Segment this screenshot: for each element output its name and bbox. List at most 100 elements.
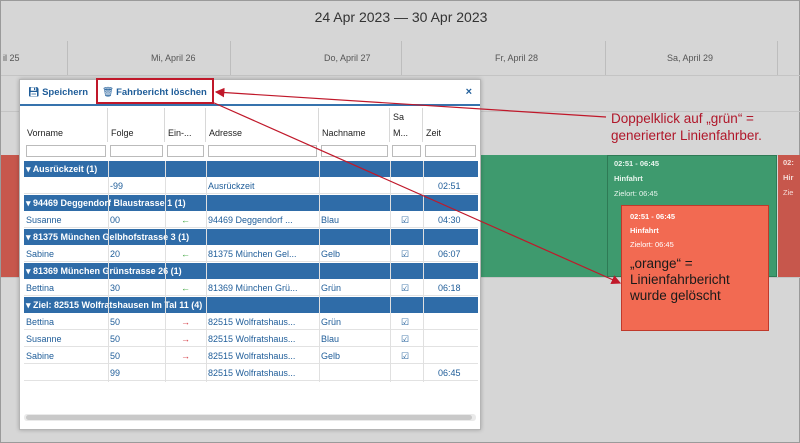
group-title: Ziel: 82515 Wolfratshausen Im Tal 11 (4) <box>33 300 203 310</box>
day-header-fri[interactable]: Fr, April 28 <box>495 53 538 63</box>
table-row[interactable]: Bettina 50 → 82515 Wolfratshaus... Grün ☑ <box>24 314 478 330</box>
cell-adresse: 81369 München Grü... <box>208 283 298 293</box>
filter-input-folge[interactable] <box>110 145 163 157</box>
orange-annotation-text: „orange“ = Linienfahrbericht wurde gelös… <box>630 256 730 303</box>
checkbox-icon[interactable]: ☑ <box>401 283 421 294</box>
event-time: 02:51 - 06:45 <box>614 159 660 168</box>
column-divider <box>319 161 320 382</box>
dialog-toolbar: 💾︎ Speichern 🗑︎ Fahrbericht löschen × <box>20 78 480 106</box>
checkbox-icon[interactable]: ☑ <box>401 317 421 328</box>
table-row[interactable]: 99 82515 Wolfratshaus... 06:45 <box>24 365 478 381</box>
table-row[interactable]: Bettina 30 ← 81369 München Grü... Grün ☑ 06:18 <box>24 280 478 296</box>
grid-line <box>1 75 800 76</box>
close-icon[interactable]: × <box>466 86 472 98</box>
event-label: Hinfahrt <box>630 226 659 235</box>
filter-input-m[interactable] <box>392 145 421 157</box>
col-header-folge[interactable]: Folge <box>108 108 165 142</box>
cell-vorname: Bettina <box>26 317 55 327</box>
checkbox-icon[interactable]: ☑ <box>401 249 421 260</box>
cell-folge: 50 <box>110 351 121 361</box>
group-header-row[interactable]: ▾ 94469 Deggendorf Blaustrasse 1 (1) <box>24 195 478 211</box>
col-header-adresse[interactable]: Adresse <box>206 108 319 142</box>
day-divider <box>605 41 606 75</box>
save-button-label: Speichern <box>42 87 88 98</box>
cell-zeit: 04:30 <box>438 215 461 225</box>
table-row[interactable]: Susanne 50 → 82515 Wolfratshaus... Blau ☑ <box>24 331 478 347</box>
table-row[interactable]: -99 Ausrückzeit 02:51 <box>24 178 478 194</box>
col-header-ein[interactable]: Ein-... <box>165 108 206 142</box>
save-button[interactable]: 💾︎ Speichern <box>28 87 88 98</box>
group-header-label: ▾ 94469 Deggendorf Blaustrasse 1 (1) <box>26 198 186 209</box>
event-red-right[interactable]: 02: Hir Zie <box>778 155 800 277</box>
collapse-caret-icon[interactable]: ▾ <box>26 164 33 174</box>
column-divider <box>206 161 207 382</box>
filter-input-nachname[interactable] <box>321 145 388 157</box>
table-row[interactable]: Sabine 50 → 82515 Wolfratshaus... Gelb ☑ <box>24 348 478 364</box>
cell-vorname: Sabine <box>26 351 55 361</box>
fahrbericht-dialog: 💾︎ Speichern 🗑︎ Fahrbericht löschen × Vorn… <box>19 78 481 430</box>
cell-nachname: Gelb <box>321 249 341 259</box>
group-header-label: ▾ 81369 München Grünstrasse 26 (1) <box>26 266 182 277</box>
group-header-row[interactable]: ▾ Ausrückzeit (1) <box>24 161 478 177</box>
column-divider <box>390 161 391 382</box>
filter-input-ein[interactable] <box>167 145 204 157</box>
day-header-tue[interactable]: il 25 <box>3 53 20 63</box>
cell-vorname: Sabine <box>26 249 55 259</box>
filter-input-zeit[interactable] <box>425 145 476 157</box>
day-divider <box>230 41 231 75</box>
cell-folge: 50 <box>110 334 121 344</box>
checkbox-icon[interactable]: ☑ <box>401 334 421 345</box>
cell-adresse: 82515 Wolfratshaus... <box>208 317 296 327</box>
filter-input-adresse[interactable] <box>208 145 317 157</box>
group-header-row[interactable]: ▾ 81369 München Grünstrasse 26 (1) <box>24 263 478 279</box>
table-row[interactable]: Susanne 00 ← 94469 Deggendorf ... Blau ☑ 04:30 <box>24 212 478 228</box>
col-header-vorname[interactable]: Vorname <box>24 108 108 142</box>
day-header-sat[interactable]: Sa, April 29 <box>667 53 713 63</box>
event-dest: Zielort: 06:45 <box>630 240 674 249</box>
column-divider <box>108 161 109 382</box>
collapse-caret-icon[interactable]: ▾ <box>26 232 33 242</box>
column-divider <box>423 161 424 382</box>
scrollbar-thumb[interactable] <box>26 415 472 420</box>
event-time: 02: <box>783 158 794 167</box>
cell-zeit: 06:45 <box>438 368 461 378</box>
day-divider <box>67 41 68 75</box>
group-header-label: ▾ Ausrückzeit (1) <box>26 164 97 175</box>
col-header-m[interactable]: Sa M... <box>390 108 423 142</box>
cell-zeit: 02:51 <box>438 181 461 191</box>
collapse-caret-icon[interactable]: ▾ <box>26 266 33 276</box>
col-header-nachname[interactable]: Nachname <box>319 108 390 142</box>
cell-folge: 50 <box>110 317 121 327</box>
event-dest: Zielort: 06:45 <box>614 189 658 198</box>
col-header-zeit[interactable]: Zeit <box>423 108 478 142</box>
filter-input-vorname[interactable] <box>26 145 106 157</box>
cell-folge: 20 <box>110 249 121 259</box>
group-header-row[interactable]: ▾ Ziel: 82515 Wolfratshausen Im Tal 11 (… <box>24 297 478 313</box>
collapse-caret-icon[interactable]: ▾ <box>26 198 33 208</box>
event-green-friday[interactable] <box>481 155 607 277</box>
group-header-row[interactable]: ▾ 81375 München Gelbhofstrasse 3 (1) <box>24 229 478 245</box>
checkbox-icon[interactable]: ☑ <box>401 351 421 362</box>
cell-folge: 30 <box>110 283 121 293</box>
table-row[interactable]: Sabine 20 ← 81375 München Gel... Gelb ☑ 06:07 <box>24 246 478 262</box>
day-header-thu[interactable]: Do, April 27 <box>324 53 371 63</box>
checkbox-icon[interactable]: ☑ <box>401 215 421 226</box>
event-orange-deleted[interactable]: 02:51 - 06:45 Hinfahrt Zielort: 06:45 „o… <box>621 205 769 331</box>
event-label: Hinfahrt <box>614 174 643 183</box>
cell-nachname: Grün <box>321 317 342 327</box>
date-range-title: 24 Apr 2023 — 30 Apr 2023 <box>314 9 488 25</box>
table-header: Vorname Folge Ein-... Adresse Nachname S… <box>24 108 478 142</box>
collapse-caret-icon[interactable]: ▾ <box>26 300 33 310</box>
cell-nachname: Grün <box>321 283 342 293</box>
cell-adresse: 81375 München Gel... <box>208 249 297 259</box>
day-divider <box>777 41 778 75</box>
filter-row <box>24 143 478 159</box>
cell-vorname: Susanne <box>26 334 62 344</box>
group-header-label: ▾ Ziel: 82515 Wolfratshausen Im Tal 11 (… <box>26 300 202 311</box>
cell-zeit: 06:18 <box>438 283 461 293</box>
cell-zeit: 06:07 <box>438 249 461 259</box>
column-divider <box>165 161 166 382</box>
day-header-wed[interactable]: Mi, April 26 <box>151 53 196 63</box>
event-time: 02:51 - 06:45 <box>630 212 676 221</box>
horizontal-scrollbar[interactable] <box>24 414 476 421</box>
